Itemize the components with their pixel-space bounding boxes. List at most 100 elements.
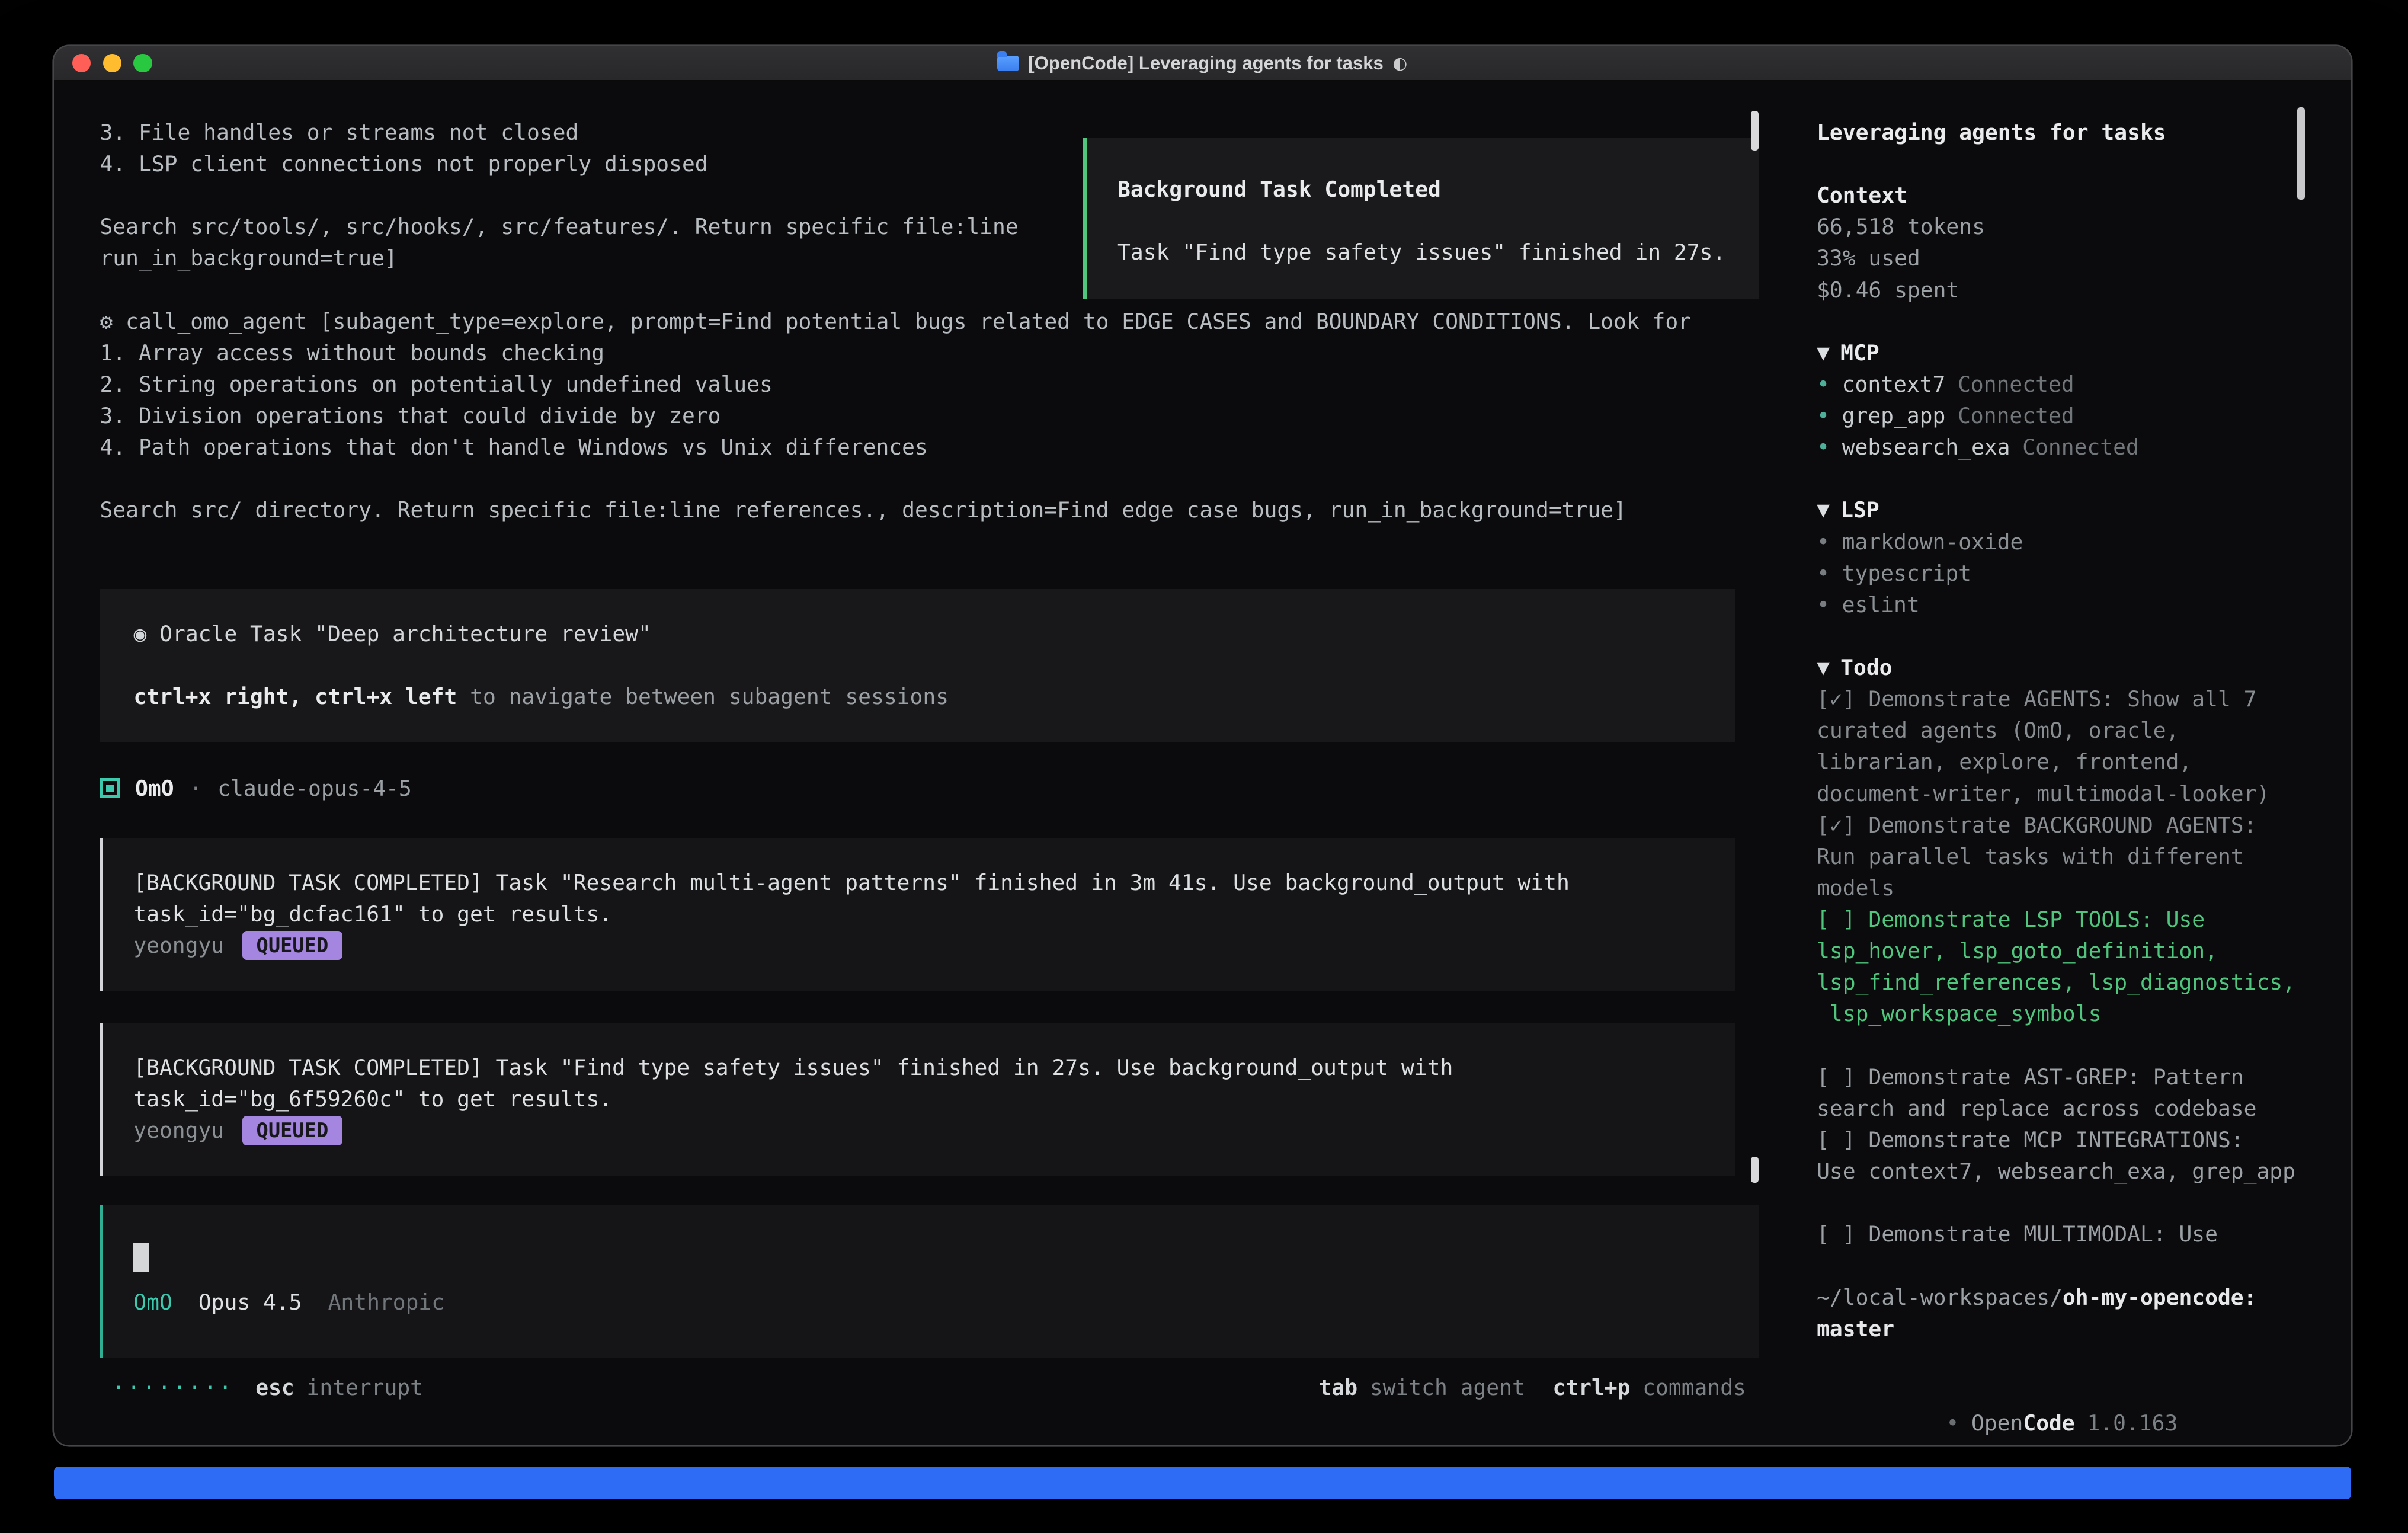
sidebar-scrollbar-thumb[interactable] (2297, 107, 2305, 200)
mcp-item-grep-app: • grep_app Connected (1817, 400, 2305, 431)
message-background-task-2: [BACKGROUND TASK COMPLETED] Task "Find t… (100, 1023, 1735, 1176)
chevron-down-icon: ▼ (1817, 652, 1830, 683)
message-meta-row: yeongyu QUEUED (133, 930, 1705, 961)
traffic-lights (72, 54, 152, 72)
lsp-item-eslint: • eslint (1817, 589, 2305, 620)
workspace-branch: master (1817, 1313, 2305, 1345)
input-agent-name: OmO (133, 1289, 172, 1315)
minimize-button[interactable] (103, 54, 121, 72)
tool-call-line: 2. String operations on potentially unde… (100, 369, 1735, 400)
bullet-icon: • (1817, 558, 1830, 589)
esc-key-label: interrupt (307, 1372, 424, 1403)
spacer (1817, 1250, 2305, 1281)
zoom-button[interactable] (133, 54, 152, 72)
window-title-group: [OpenCode] Leveraging agents for tasks ◐ (54, 46, 2351, 81)
agent-icon-fill (106, 785, 114, 792)
todo-line: librarian, explore, frontend, (1817, 746, 2305, 777)
todo-line: [ ] Demonstrate MCP INTEGRATIONS: (1817, 1124, 2305, 1156)
workspace-repo: oh-my-opencode: (2063, 1285, 2257, 1310)
tool-call-text: call_omo_agent [subagent_type=explore, p… (113, 309, 1691, 334)
message-background-task-1: [BACKGROUND TASK COMPLETED] Task "Resear… (100, 838, 1735, 991)
window-body: 3. File handles or streams not closed 4.… (54, 81, 2351, 1445)
bullet-icon: • (1817, 400, 1830, 431)
message-author: yeongyu (133, 933, 224, 958)
agent-model: claude-opus-4-5 (217, 776, 412, 801)
mcp-heading: MCP (1840, 337, 1879, 369)
dock-bar (54, 1467, 2351, 1499)
todo-line: [✓] Demonstrate BACKGROUND AGENTS: (1817, 809, 2305, 841)
bullet-icon: • (1817, 589, 1830, 620)
status-badge: QUEUED (242, 1116, 342, 1145)
message-line: [BACKGROUND TASK COMPLETED] Task "Find t… (133, 1052, 1705, 1083)
todo-item-ast-grep: [ ] Demonstrate AST-GREP: Pattern search… (1817, 1061, 2305, 1124)
todo-line: [ ] Demonstrate LSP TOOLS: Use (1817, 904, 2305, 935)
lsp-name: eslint (1842, 589, 1920, 620)
prompt-input[interactable]: OmO Opus 4.5 Anthropic (100, 1205, 1758, 1358)
ctrlp-key-hint: ctrl+p (1552, 1372, 1630, 1403)
toast-title: Background Task Completed (1117, 174, 1759, 205)
spacer (1817, 306, 2305, 337)
message-author: yeongyu (133, 1118, 224, 1143)
lsp-heading: LSP (1840, 494, 1879, 526)
brand-open: Open (1971, 1410, 2023, 1436)
todo-line: lsp_find_references, lsp_diagnostics, (1817, 966, 2305, 998)
todo-section-header[interactable]: ▼ Todo (1817, 652, 2305, 683)
context-spent: $0.46 spent (1817, 274, 2305, 306)
oracle-icon: ◉ (133, 621, 146, 647)
status-badge: QUEUED (242, 931, 342, 960)
titlebar: [OpenCode] Leveraging agents for tasks ◐ (54, 46, 2351, 82)
hint-text: to navigate between subagent sessions (457, 684, 949, 709)
close-button[interactable] (72, 54, 91, 72)
bullet-icon: • (1946, 1410, 1959, 1436)
tool-call-line: 1. Array access without bounds checking (100, 337, 1735, 369)
spacer (1817, 148, 2305, 180)
oracle-task-panel: ◉ Oracle Task "Deep architecture review"… (100, 589, 1735, 742)
todo-item-mcp-integrations: [ ] Demonstrate MCP INTEGRATIONS: Use co… (1817, 1124, 2305, 1187)
oracle-task-label: Oracle Task "Deep architecture review" (146, 621, 651, 647)
mcp-name: websearch_exa (1842, 431, 2010, 463)
spacer (1817, 463, 2305, 494)
tool-call-block: ⚙ call_omo_agent [subagent_type=explore,… (100, 306, 1735, 526)
mcp-status: Connected (1958, 369, 2074, 400)
spinner-dots-icon: ········ (112, 1372, 234, 1403)
main-scrollbar-thumb[interactable] (1751, 111, 1759, 151)
todo-line: Run parallel tasks with different (1817, 841, 2305, 872)
separator-dot: · (189, 776, 202, 801)
tool-call-header: ⚙ call_omo_agent [subagent_type=explore,… (100, 306, 1735, 337)
todo-heading: Todo (1840, 652, 1892, 683)
todo-line: [✓] Demonstrate AGENTS: Show all 7 (1817, 683, 2305, 715)
mcp-status: Connected (1958, 400, 2074, 431)
todo-item-agents: [✓] Demonstrate AGENTS: Show all 7 curat… (1817, 683, 2305, 809)
main-scrollbar-thumb-lower[interactable] (1751, 1157, 1759, 1183)
todo-line: lsp_workspace_symbols (1817, 998, 2305, 1029)
opencode-window: [OpenCode] Leveraging agents for tasks ◐… (54, 46, 2351, 1445)
bullet-icon: • (1817, 526, 1830, 558)
status-bar: ········ esc interrupt tab switch agent … (100, 1372, 1758, 1403)
session-sidebar: Leveraging agents for tasks Context 66,5… (1794, 81, 2351, 1445)
tab-key-label: switch agent (1370, 1372, 1525, 1403)
lsp-section-header[interactable]: ▼ LSP (1817, 494, 2305, 526)
message-line: [BACKGROUND TASK COMPLETED] Task "Resear… (133, 867, 1705, 898)
toast-body: Task "Find type safety issues" finished … (1117, 236, 1759, 268)
subagent-nav-hint: ctrl+x right, ctrl+x left to navigate be… (133, 681, 1701, 712)
spacer (1817, 620, 2305, 652)
text-cursor (133, 1243, 149, 1272)
window-title: [OpenCode] Leveraging agents for tasks (1028, 53, 1384, 74)
spacer (133, 649, 1701, 681)
ctrlp-key-label: commands (1642, 1372, 1746, 1403)
todo-line: search and replace across codebase (1817, 1093, 2305, 1124)
mcp-item-context7: • context7 Connected (1817, 369, 2305, 400)
message-meta-row: yeongyu QUEUED (133, 1115, 1705, 1146)
brand-code: Code (2023, 1410, 2074, 1436)
spacer (1117, 205, 1759, 236)
oracle-task-title: ◉ Oracle Task "Deep architecture review" (133, 618, 1701, 649)
background-task-toast[interactable]: Background Task Completed Task "Find typ… (1083, 138, 1758, 299)
tool-call-line: 4. Path operations that don't handle Win… (100, 431, 1735, 463)
spacer (1817, 1345, 2305, 1376)
todo-line: curated agents (OmO, oracle, (1817, 715, 2305, 746)
todo-line: document-writer, multimodal-looker) (1817, 778, 2305, 809)
todo-line: Use context7, websearch_exa, grep_app (1817, 1156, 2305, 1187)
todo-line: models (1817, 872, 2305, 904)
mcp-section-header[interactable]: ▼ MCP (1817, 337, 2305, 369)
lsp-item-markdown-oxide: • markdown-oxide (1817, 526, 2305, 558)
